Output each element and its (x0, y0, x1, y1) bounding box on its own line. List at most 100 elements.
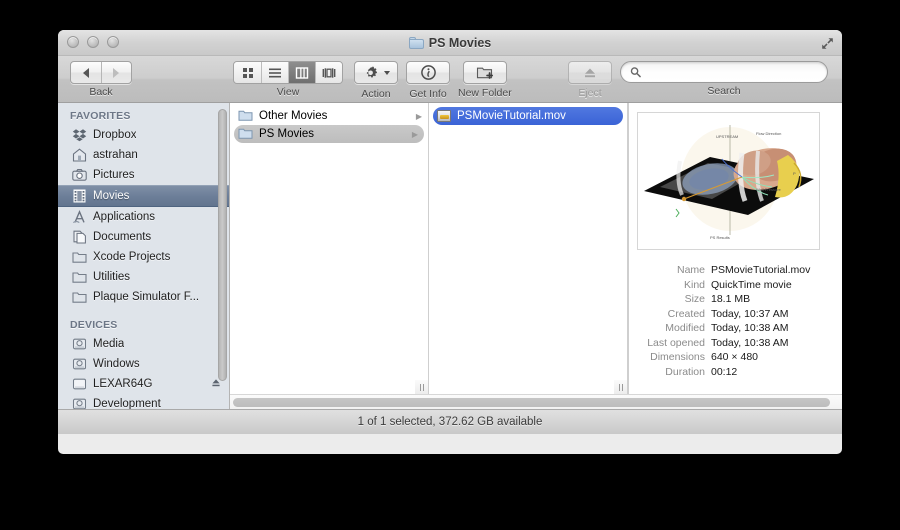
column-browser: Other Movies ▶ PS Movies ▶ PSMovieTutori… (230, 103, 842, 409)
sidebar-item-windows[interactable]: Windows (58, 354, 229, 374)
back-label: Back (89, 86, 113, 98)
get-info-button[interactable] (406, 61, 450, 84)
preview-pane: UPSTREAM Flow Direction Wall Pressure PS… (628, 103, 827, 394)
sidebar-item-astrahan[interactable]: astrahan (58, 145, 229, 165)
view-mode-control: View (233, 61, 343, 98)
sidebar-item-documents[interactable]: Documents (58, 227, 229, 247)
horizontal-scrollbar[interactable] (230, 394, 842, 409)
metadata-row: Created Today, 10:37 AM (637, 308, 819, 321)
window-title: PS Movies (58, 30, 842, 56)
search-input[interactable] (645, 66, 818, 78)
toolbar: Back View Action Get Info New Folder Eje… (58, 56, 842, 103)
search-label: Search (707, 85, 741, 97)
sidebar-item-movies[interactable]: Movies (58, 185, 229, 207)
sidebar-item-label: astrahan (93, 149, 138, 161)
chevron-down-icon (383, 70, 390, 75)
view-label: View (276, 86, 300, 98)
sidebar-item-pictures[interactable]: Pictures (58, 165, 229, 185)
metadata-key: Dimensions (650, 351, 705, 363)
navigation-buttons: Back (70, 61, 132, 98)
eject-button[interactable] (568, 61, 612, 84)
sidebar-item-label: LEXAR64G (93, 378, 153, 390)
action-button[interactable] (354, 61, 398, 84)
hard-disk-icon (72, 337, 87, 351)
column-view-button[interactable] (288, 62, 315, 83)
list-item-label: Other Movies (259, 110, 328, 122)
horizontal-scrollbar-thumb[interactable] (233, 398, 830, 407)
removable-disk-icon (72, 377, 87, 391)
list-item-label: PSMovieTutorial.mov (457, 110, 566, 122)
metadata-key: Duration (665, 365, 705, 378)
svg-text:PS Results: PS Results (710, 235, 730, 240)
hard-disk-icon (72, 357, 87, 371)
icon-view-button[interactable] (234, 62, 261, 83)
sidebar-item-utilities[interactable]: Utilities (58, 267, 229, 287)
metadata-key: Name (676, 264, 705, 276)
sidebar-item-label: Plaque Simulator F... (93, 291, 200, 303)
metadata-key: Modified (665, 322, 705, 334)
search-field[interactable] (620, 61, 828, 83)
folder-icon (72, 290, 87, 304)
back-forward-segment (70, 61, 132, 84)
folder-icon (72, 270, 87, 284)
new-folder-button[interactable] (462, 61, 507, 84)
sidebar-scrollbar-thumb[interactable] (218, 109, 227, 381)
metadata-value: 00:12 (711, 365, 738, 378)
metadata-value: Today, 10:37 AM (711, 307, 789, 320)
sidebar-item-development[interactable]: Development (58, 394, 229, 409)
metadata-row: Size 18.1 MB (637, 293, 819, 306)
search-group: Search (620, 61, 828, 97)
list-item[interactable]: PSMovieTutorial.mov (433, 107, 623, 125)
column-resize-grip[interactable] (614, 380, 627, 394)
eject-label: Eject (578, 86, 602, 99)
film-icon (72, 189, 87, 203)
metadata-row: Duration 00:12 (637, 366, 819, 379)
svg-text:Flow Direction: Flow Direction (756, 131, 781, 136)
chevron-right-icon: ▶ (411, 129, 418, 139)
sidebar-item-media[interactable]: Media (58, 334, 229, 354)
window-title-text: PS Movies (428, 36, 492, 50)
metadata-row: Modified Today, 10:38 AM (637, 322, 819, 335)
sidebar-item-label: Pictures (93, 169, 135, 181)
list-view-button[interactable] (261, 62, 288, 83)
metadata-value: 640 × 480 (711, 351, 759, 363)
status-bar-text: 1 of 1 selected, 372.62 GB available (357, 416, 543, 428)
sidebar-item-label: Applications (93, 211, 156, 223)
metadata-value: Today, 10:38 AM (711, 322, 789, 334)
new-folder-icon (476, 67, 493, 79)
folder-icon (238, 127, 253, 141)
sidebar-item-xcode-projects[interactable]: Xcode Projects (58, 247, 229, 267)
sidebar-item-dropbox[interactable]: Dropbox (58, 125, 229, 145)
column-resize-grip[interactable] (415, 380, 428, 394)
list-item[interactable]: PS Movies ▶ (234, 125, 424, 143)
metadata-value: QuickTime movie (711, 278, 792, 291)
sidebar-item-label: Utilities (93, 271, 131, 283)
sidebar-item-label: Documents (93, 231, 152, 243)
sidebar-item-label: Movies (93, 190, 130, 202)
sidebar-scrollbar[interactable] (218, 107, 227, 403)
action-label: Action (361, 87, 391, 100)
sidebar-item-plaque-simulator[interactable]: Plaque Simulator F... (58, 287, 229, 307)
hard-disk-icon (72, 397, 87, 409)
sidebar-item-label: Development (93, 398, 161, 409)
column-folders: Other Movies ▶ PS Movies ▶ (230, 103, 429, 394)
fullscreen-arrows-icon[interactable] (821, 37, 834, 50)
sidebar-item-label: Windows (93, 358, 140, 370)
list-item[interactable]: Other Movies ▶ (230, 107, 428, 125)
back-button[interactable] (71, 62, 101, 83)
sidebar-item-label: Media (93, 338, 125, 350)
status-bar: 1 of 1 selected, 372.62 GB available (58, 409, 842, 434)
window-body: FAVORITES Dropbox astrahan Pictures Movi… (58, 103, 842, 409)
sidebar-item-label: Dropbox (93, 129, 137, 141)
metadata-row: Name PSMovieTutorial.mov (637, 264, 819, 277)
metadata-value: Today, 10:38 AM (711, 336, 789, 349)
eject-icon (585, 68, 595, 77)
sidebar-item-applications[interactable]: Applications (58, 207, 229, 227)
documents-icon (72, 230, 87, 244)
sidebar-item-lexar64g[interactable]: LEXAR64G (58, 374, 229, 394)
sidebar: FAVORITES Dropbox astrahan Pictures Movi… (58, 103, 230, 409)
dropbox-icon (72, 128, 87, 142)
forward-button[interactable] (100, 62, 131, 83)
chevron-right-icon: ▶ (415, 111, 422, 121)
coverflow-view-button[interactable] (315, 62, 342, 83)
